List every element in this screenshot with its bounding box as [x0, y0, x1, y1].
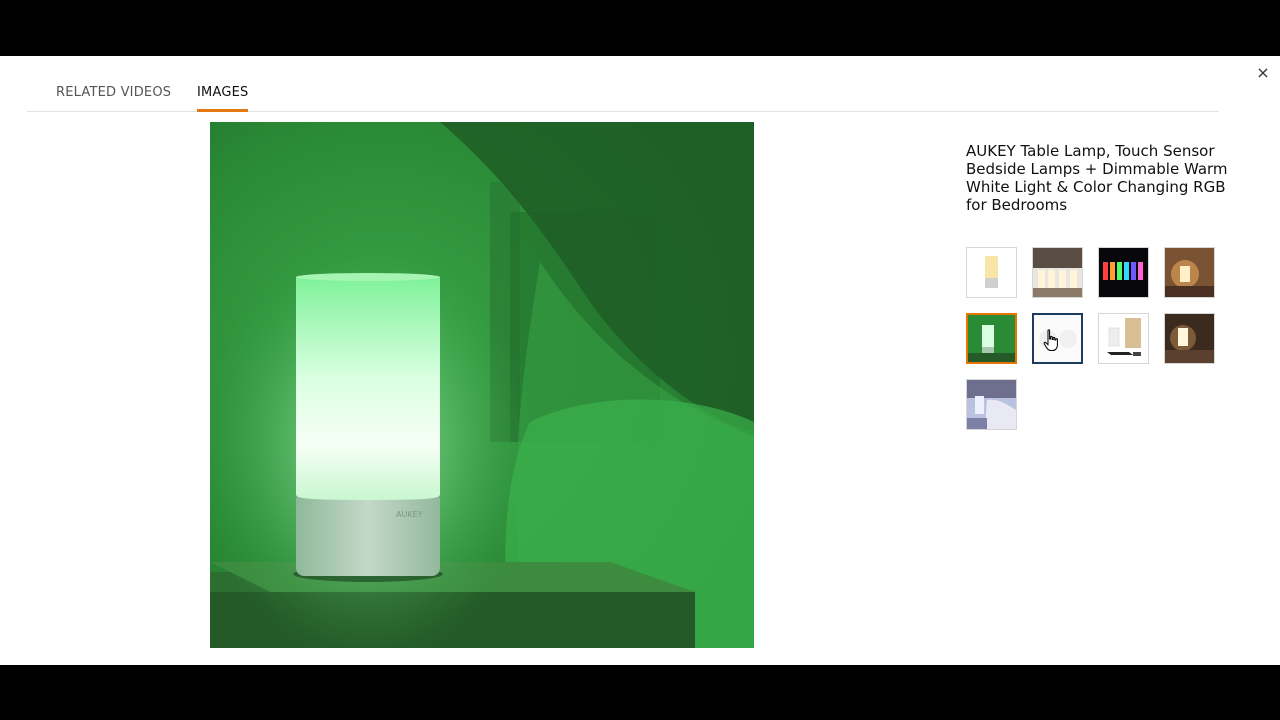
thumb-lamp-on-desk[interactable] — [1164, 247, 1215, 298]
active-tab-indicator — [197, 109, 248, 112]
tab-related-videos[interactable]: RELATED VIDEOS — [56, 85, 171, 100]
thumb-lamp-lineup[interactable] — [1032, 247, 1083, 298]
lifestyle-thumbnail-image — [967, 380, 1016, 429]
bedroom-thumbnail-image — [1165, 314, 1214, 363]
thumb-rgb-colors[interactable] — [1098, 247, 1149, 298]
thumb-warm-white-lamp[interactable] — [966, 247, 1017, 298]
desk-thumbnail-image — [1165, 248, 1214, 297]
tab-bar: RELATED VIDEOS IMAGES — [27, 56, 1219, 112]
product-title: AUKEY Table Lamp, Touch Sensor Bedside L… — [966, 142, 1228, 214]
letterbox-bottom — [0, 665, 1280, 720]
image-viewer-modal: × RELATED VIDEOS IMAGES AUKEY AUKEY Tabl… — [0, 56, 1280, 665]
tab-images[interactable]: IMAGES — [197, 85, 248, 100]
package-thumbnail-image — [1099, 314, 1148, 363]
thumb-lamp-bedroom[interactable] — [1164, 313, 1215, 364]
thumb-white-lamp[interactable] — [1032, 313, 1083, 364]
white-lamp-thumbnail-image — [1034, 315, 1081, 362]
main-product-image: AUKEY — [210, 122, 754, 648]
lineup-thumbnail-image — [1033, 248, 1082, 297]
green-lamp-photo: AUKEY — [210, 122, 754, 648]
thumb-green-lamp[interactable] — [966, 313, 1017, 364]
lamp-brand-mark: AUKEY — [396, 510, 423, 519]
warm-lamp-thumbnail-image — [967, 248, 1016, 297]
rgb-thumbnail-image — [1099, 248, 1148, 297]
green-thumbnail-image — [968, 315, 1015, 362]
close-button[interactable]: × — [1256, 64, 1270, 82]
letterbox-top — [0, 0, 1280, 56]
thumb-lamp-lifestyle[interactable] — [966, 379, 1017, 430]
thumb-package-contents[interactable] — [1098, 313, 1149, 364]
